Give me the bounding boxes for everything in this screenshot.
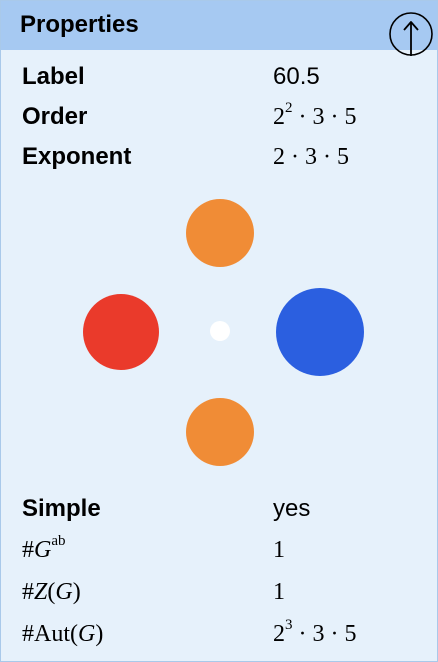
property-key: Exponent (22, 143, 132, 170)
diagram-node-center[interactable] (210, 321, 230, 341)
property-row-exponent: Exponent 2 · 3 · 5 (1, 141, 437, 173)
property-row-abelianization: #Gab 1 (1, 534, 437, 566)
property-value: 1 (273, 537, 285, 563)
circled-up-arrow-icon (389, 12, 433, 56)
property-key: Simple (22, 495, 101, 522)
collapse-button[interactable] (389, 12, 435, 58)
property-value: 2 · 3 · 5 (273, 144, 349, 170)
properties-panel: Properties Label 60.5 Order 22 · 3 · 5 E… (0, 0, 438, 662)
diagram-node-left[interactable] (83, 294, 159, 370)
property-row-center: #Z(G) 1 (1, 576, 437, 608)
property-value: 1 (273, 579, 285, 605)
subgroup-diagram (83, 199, 364, 466)
property-key: #Aut(G) (22, 621, 104, 647)
property-key: #Gab (22, 533, 66, 564)
properties-header: Properties (1, 1, 437, 56)
property-value: 60.5 (273, 63, 320, 90)
property-key: Label (22, 63, 85, 90)
property-row-order: Order 22 · 3 · 5 (1, 101, 437, 133)
panel-title: Properties (20, 11, 139, 38)
property-key: Order (22, 103, 88, 130)
property-value: 23 · 3 · 5 (273, 617, 357, 648)
property-key: #Z(G) (22, 579, 81, 605)
diagram-node-bottom[interactable] (186, 398, 254, 466)
property-row-simple: Simple yes (1, 493, 437, 525)
property-value: 22 · 3 · 5 (273, 100, 357, 131)
diagram-node-right[interactable] (276, 288, 364, 376)
property-row-label: Label 60.5 (1, 61, 437, 93)
diagram-node-top[interactable] (186, 199, 254, 267)
property-value: yes (273, 495, 311, 522)
property-row-automorphisms: #Aut(G) 23 · 3 · 5 (1, 618, 437, 650)
